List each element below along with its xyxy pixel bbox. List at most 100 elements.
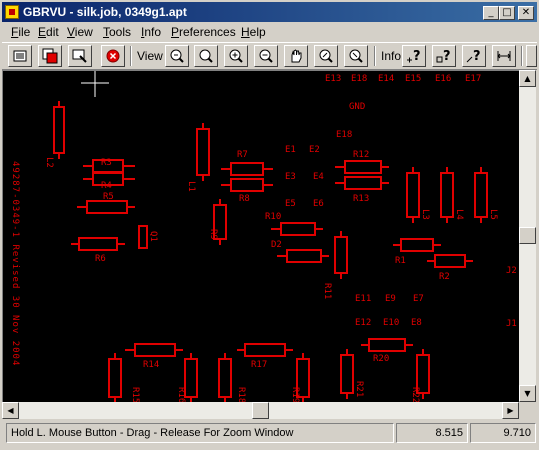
- zoom-out-icon[interactable]: [254, 45, 278, 67]
- pcb-label: E12: [355, 318, 371, 328]
- menu-preferences-accel: P: [171, 25, 180, 39]
- toolbar-separator: [521, 46, 523, 66]
- minimize-button[interactable]: _: [483, 6, 499, 20]
- info-query-icon[interactable]: ?: [462, 45, 486, 67]
- menu-file[interactable]: File: [11, 25, 30, 39]
- board-side-text: 49287-0349-1 Revised 30 Nov 2004: [10, 161, 20, 366]
- pan-hand-icon[interactable]: [284, 45, 308, 67]
- close-button[interactable]: ✕: [518, 6, 534, 20]
- info-label: Info: [381, 49, 402, 63]
- pcb-label: E7: [413, 294, 424, 304]
- menu-preferences[interactable]: Preferences: [171, 25, 236, 39]
- pcb-label: R17: [251, 360, 267, 370]
- app-window: GBRVU - silk.job, 0349g1.apt _ □ ✕ File …: [0, 0, 539, 450]
- menu-file-rest: ile: [18, 25, 31, 39]
- status-y-coordinate: 9.710: [470, 423, 536, 443]
- scroll-left-icon[interactable]: ◀: [2, 402, 19, 419]
- pcb-label: E11: [355, 294, 371, 304]
- menu-info-rest: nfo: [144, 25, 162, 39]
- copy-layer-icon[interactable]: [38, 45, 62, 67]
- menu-view[interactable]: View: [67, 25, 93, 39]
- pcb-label: R1: [395, 256, 406, 266]
- vertical-scroll-thumb[interactable]: [519, 227, 536, 244]
- pcb-label: E15: [405, 74, 421, 84]
- measure-icon[interactable]: [492, 45, 516, 67]
- pcb-label: E14: [378, 74, 394, 84]
- zoom-box-icon[interactable]: [68, 45, 92, 67]
- app-icon[interactable]: [5, 5, 19, 19]
- pcb-label: GND: [349, 102, 365, 112]
- pcb-label: R6: [95, 254, 106, 264]
- zoom-all-icon[interactable]: [344, 45, 368, 67]
- view-label: View: [137, 49, 163, 63]
- pcb-label: E8: [411, 318, 422, 328]
- pcb-label: E5: [285, 199, 296, 209]
- vertical-scrollbar[interactable]: ▲ ▼: [519, 70, 536, 402]
- zoom-previous-icon[interactable]: [314, 45, 338, 67]
- pcb-label: E2: [309, 145, 320, 155]
- menu-view-accel: V: [67, 25, 75, 39]
- pcb-label: R10: [265, 212, 281, 222]
- svg-text:?: ?: [443, 49, 451, 64]
- pcb-label: E6: [313, 199, 324, 209]
- menu-tools[interactable]: Tools: [103, 25, 131, 39]
- info-point-icon[interactable]: ?: [402, 45, 426, 67]
- pcb-label: L1: [186, 181, 196, 192]
- menu-help[interactable]: Help: [241, 25, 266, 39]
- layers-icon[interactable]: [8, 45, 32, 67]
- pcb-label: E13: [325, 74, 341, 84]
- pcb-label: R4: [101, 181, 112, 191]
- pcb-label: R12: [353, 150, 369, 160]
- pcb-label: R8: [239, 194, 250, 204]
- pcb-label: E9: [385, 294, 396, 304]
- toolbar: View Info ? ? ?: [2, 42, 537, 70]
- scroll-up-icon[interactable]: ▲: [519, 70, 536, 87]
- menu-help-rest: elp: [249, 25, 266, 39]
- pcb-label: J1: [506, 319, 517, 329]
- scroll-down-icon[interactable]: ▼: [519, 385, 536, 402]
- stop-icon[interactable]: [101, 45, 125, 67]
- pcb-label: R15: [130, 387, 140, 402]
- pcb-label: R5: [103, 192, 114, 202]
- pcb-label: R11: [322, 283, 332, 299]
- menu-info[interactable]: Info: [141, 25, 161, 39]
- menu-edit[interactable]: Edit: [38, 25, 59, 39]
- zoom-in-icon[interactable]: [224, 45, 248, 67]
- pcb-label: R22: [410, 387, 420, 402]
- horizontal-scroll-thumb[interactable]: [252, 402, 269, 419]
- pcb-label: R2: [439, 272, 450, 282]
- status-bar: Hold L. Mouse Button - Drag - Release Fo…: [2, 422, 537, 444]
- pcb-label: E18: [336, 130, 352, 140]
- pcb-label: R13: [353, 194, 369, 204]
- status-x-coordinate: 8.515: [396, 423, 468, 443]
- menu-help-accel: H: [241, 25, 250, 39]
- svg-text:?: ?: [473, 49, 481, 64]
- maximize-button[interactable]: □: [499, 6, 515, 20]
- pcb-label: E18: [351, 74, 367, 84]
- scrollbar-corner: [519, 402, 536, 419]
- title-bar[interactable]: GBRVU - silk.job, 0349g1.apt _ □ ✕: [2, 2, 537, 22]
- menu-edit-accel: E: [38, 25, 47, 39]
- zoom-fit-icon[interactable]: [165, 45, 189, 67]
- pcb-label: D2: [271, 240, 282, 250]
- menu-tools-rest: ools: [109, 25, 132, 39]
- toolbar-separator: [374, 46, 376, 66]
- zoom-window-icon[interactable]: [194, 45, 218, 67]
- crosshair-cursor: [81, 71, 109, 97]
- pcb-label: E17: [465, 74, 481, 84]
- pcb-label: R18: [236, 387, 246, 402]
- toolbar-more-icon[interactable]: [526, 45, 537, 67]
- pcb-label: E4: [313, 172, 324, 182]
- window-title: GBRVU - silk.job, 0349g1.apt: [23, 5, 187, 19]
- status-message: Hold L. Mouse Button - Drag - Release Fo…: [6, 423, 394, 443]
- menu-view-rest: iew: [74, 25, 93, 39]
- silkscreen-drawing: E13 E18 E14 E15 E16 E17 GND E18 E1 E2 R7 R12 R3 R4 E3 E…: [10, 71, 517, 402]
- scroll-right-icon[interactable]: ▶: [502, 402, 519, 419]
- pcb-label: R16: [176, 387, 186, 402]
- horizontal-scrollbar[interactable]: ◀ ▶: [2, 402, 519, 419]
- pcb-label: L2: [44, 157, 54, 168]
- pcb-canvas[interactable]: E13 E18 E14 E15 E16 E17 GND E18 E1 E2 R7 R12 R3 R4 E3 E…: [2, 70, 519, 402]
- pcb-label: J2: [506, 266, 517, 276]
- pcb-label: R7: [237, 150, 248, 160]
- info-box-icon[interactable]: ?: [432, 45, 456, 67]
